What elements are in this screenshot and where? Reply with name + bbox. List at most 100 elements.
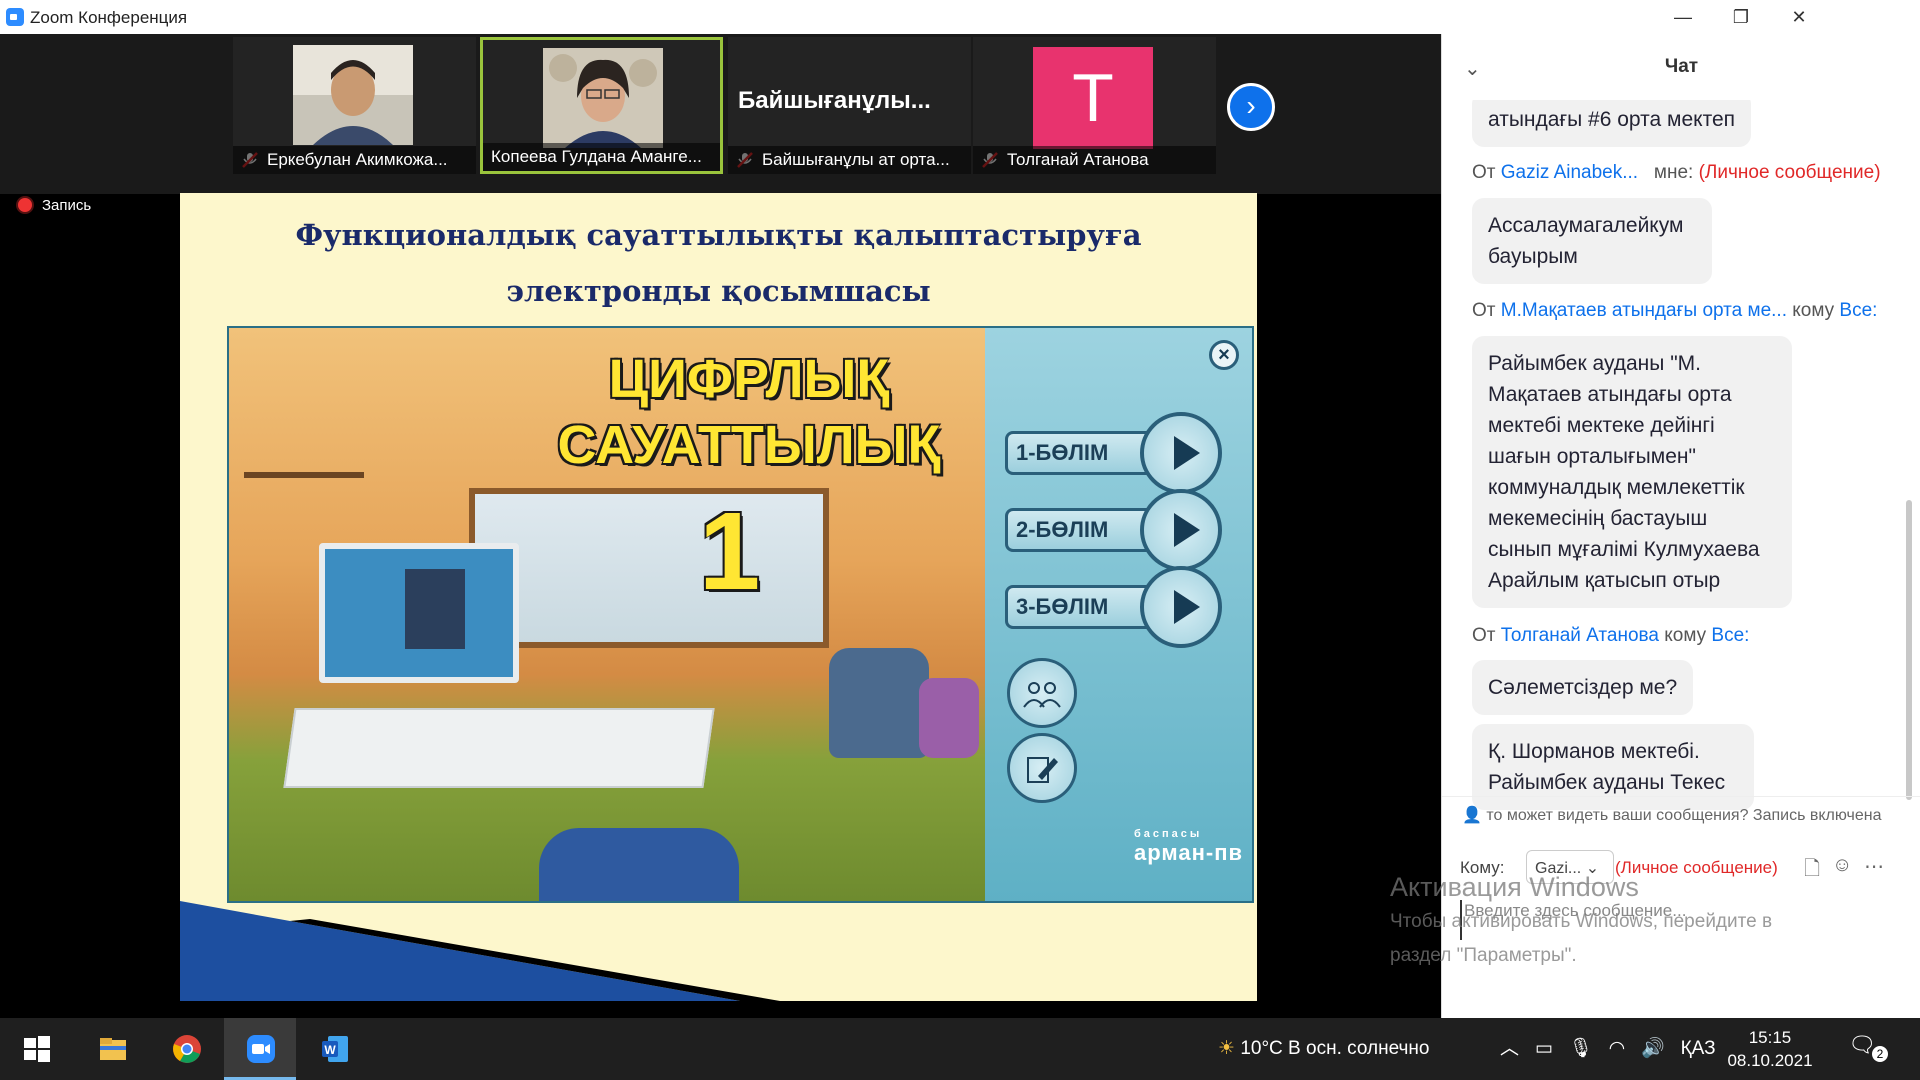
message-header: От Толганай Атанова кому Все: bbox=[1472, 625, 1749, 647]
start-button[interactable] bbox=[0, 1018, 72, 1080]
microphone-icon[interactable]: 🎙 bbox=[1569, 1038, 1593, 1059]
system-tray: ︿ ▭ 🎙 ◠ 🔊 ҚАЗ bbox=[1500, 1018, 1716, 1080]
zoom-logo-icon bbox=[6, 8, 24, 26]
file-explorer-button[interactable] bbox=[76, 1018, 148, 1080]
publisher-name: арман-пв bbox=[1134, 840, 1244, 865]
game-title-line: ЦИФРЛЫҚ bbox=[608, 349, 890, 409]
chevron-up-icon[interactable]: ︿ bbox=[1500, 1038, 1519, 1059]
to-word: кому bbox=[1664, 625, 1707, 646]
participant-name: Толганай Атанова bbox=[973, 146, 1216, 174]
recipient-value: Gazi... bbox=[1535, 860, 1582, 877]
chat-message: Райымбек ауданы "М. Мақатаев атындағы ор… bbox=[1472, 336, 1792, 608]
weather-icon: ☀ bbox=[1218, 1038, 1236, 1059]
participant-name: Байшығанұлы ат орта... bbox=[728, 146, 971, 174]
recording-label: Запись bbox=[42, 197, 92, 214]
zoom-taskbar-button[interactable] bbox=[224, 1018, 296, 1080]
to-label: Кому: bbox=[1460, 858, 1505, 877]
word-button[interactable]: W bbox=[298, 1018, 370, 1080]
word-icon: W bbox=[322, 1036, 348, 1062]
game-number: 1 bbox=[699, 490, 761, 613]
publisher-sub: баспасы bbox=[1134, 828, 1203, 840]
window-controls: — ❐ ✕ bbox=[1441, 0, 1920, 34]
sections-panel: 1-БӨЛІМ 2-БӨЛІМ 3-БӨЛІМ bbox=[985, 328, 1252, 901]
file-icon[interactable]: 🗋 bbox=[1804, 854, 1820, 888]
from-prefix: От bbox=[1472, 300, 1496, 321]
message-header: От Gaziz Ainabek... мне: (Личное сообщен… bbox=[1472, 162, 1881, 184]
sender-name[interactable]: Gaziz Ainabek... bbox=[1501, 162, 1638, 183]
more-icon[interactable]: ⋯ bbox=[1864, 854, 1884, 879]
game-title: ЦИФРЛЫҚ САУАТТЫЛЫҚ bbox=[529, 346, 969, 478]
weather-text: 10°C В осн. солнечно bbox=[1240, 1038, 1430, 1059]
from-prefix: От bbox=[1472, 162, 1496, 183]
window-title: Zoom Конференция bbox=[30, 8, 188, 27]
clock[interactable]: 15:15 08.10.2021 bbox=[1720, 1026, 1820, 1072]
participant-tile-active[interactable]: Копеева Гулдана Аманге... bbox=[480, 37, 723, 174]
chat-input[interactable]: Введите здесь сообщение... bbox=[1460, 900, 1900, 940]
video-strip: Еркебулан Акимкожа... Копеева Гулдана Ам… bbox=[0, 34, 1441, 194]
group-icon[interactable] bbox=[1007, 658, 1077, 728]
record-icon bbox=[18, 198, 32, 212]
chat-header: ⌄ Чат bbox=[1442, 34, 1920, 100]
game-screen: ЦИФРЛЫҚ САУАТТЫЛЫҚ 1 1-БӨЛІМ 2-БӨЛІМ 3-Б… bbox=[227, 326, 1254, 903]
from-prefix: От bbox=[1472, 625, 1496, 646]
clock-time: 15:15 bbox=[1748, 1028, 1792, 1047]
to-word: мне: bbox=[1653, 162, 1694, 183]
battery-icon[interactable]: ▭ bbox=[1535, 1038, 1553, 1059]
notification-count: 2 bbox=[1872, 1046, 1888, 1062]
slide-heading: Функционалдық сауаттылықты қалыптастыруғ… bbox=[180, 207, 1257, 319]
chat-title: Чат bbox=[1664, 56, 1699, 77]
slide-heading-line: Функционалдық сауаттылықты қалыптастыруғ… bbox=[295, 218, 1142, 252]
chat-message: Сәлеметсіздер ме? bbox=[1472, 660, 1694, 715]
private-label: (Личное сообщение) bbox=[1615, 858, 1778, 877]
sender-name[interactable]: М.Мақатаев атындағы орта ме... bbox=[1501, 300, 1787, 321]
clock-date: 08.10.2021 bbox=[1727, 1051, 1813, 1070]
chevron-down-icon: ⌄ bbox=[1585, 860, 1600, 877]
close-icon[interactable]: × bbox=[1209, 340, 1239, 370]
participant-name: Еркебулан Акимкожа... bbox=[233, 146, 476, 174]
wifi-icon[interactable]: ◠ bbox=[1609, 1038, 1626, 1059]
recipient-row: Кому: Gazi... ⌄ (Личное сообщение) 🗋 ☺ ⋯ bbox=[1442, 846, 1920, 890]
notifications-button[interactable]: 🗨 2 bbox=[1848, 1032, 1888, 1066]
sender-name[interactable]: Толганай Атанова bbox=[1501, 625, 1659, 646]
message-header: От М.Мақатаев атындағы орта ме... кому В… bbox=[1472, 300, 1877, 322]
people-icon: 👤 bbox=[1462, 807, 1482, 824]
shared-screen: Функционалдық сауаттылықты қалыптастыруғ… bbox=[180, 193, 1257, 1001]
to-target: Все: bbox=[1711, 625, 1750, 646]
play-icon[interactable] bbox=[1140, 566, 1222, 648]
participant-name: Копеева Гулдана Аманге... bbox=[483, 143, 720, 171]
weather-widget[interactable]: ☀ 10°C В осн. солнечно bbox=[1218, 1018, 1429, 1080]
svg-text:W: W bbox=[324, 1043, 336, 1057]
language-indicator[interactable]: ҚАЗ bbox=[1681, 1038, 1716, 1059]
participant-video bbox=[543, 48, 663, 148]
chat-messages[interactable]: атындағы #6 орта мектеп От Gaziz Ainabek… bbox=[1442, 100, 1904, 820]
participant-tile[interactable]: T Толганай Атанова bbox=[973, 37, 1216, 174]
edit-icon[interactable] bbox=[1007, 733, 1077, 803]
close-button[interactable]: ✕ bbox=[1764, 0, 1834, 34]
volume-icon[interactable]: 🔊 bbox=[1641, 1038, 1665, 1059]
chat-scrollbar[interactable] bbox=[1906, 100, 1912, 820]
participant-display-name: Байшығанұлы... bbox=[738, 87, 931, 114]
chat-message: атындағы #6 орта мектеп bbox=[1472, 100, 1752, 147]
to-target: Все: bbox=[1839, 300, 1878, 321]
publisher-logo: баспасы арман-пв bbox=[1134, 828, 1243, 866]
recipient-select[interactable]: Gazi... ⌄ bbox=[1526, 850, 1614, 884]
chat-visibility-notice[interactable]: 👤 то может видеть ваши сообщения? Запись… bbox=[1442, 796, 1920, 834]
emoji-icon[interactable]: ☺ bbox=[1832, 854, 1852, 877]
chrome-button[interactable] bbox=[150, 1018, 222, 1080]
private-label: (Личное сообщение) bbox=[1698, 162, 1881, 183]
recording-indicator[interactable]: Запись bbox=[18, 197, 91, 214]
participant-tile[interactable]: Байшығанұлы... Байшығанұлы ат орта... bbox=[728, 37, 971, 174]
slide-decoration bbox=[180, 901, 780, 1001]
chat-message: Ассалаумагалейкум бауырым bbox=[1472, 198, 1712, 284]
play-icon[interactable] bbox=[1140, 489, 1222, 571]
zoom-icon bbox=[247, 1035, 275, 1063]
title-bar: Zoom Конференция bbox=[0, 0, 1441, 34]
chat-panel: ⌄ Чат атындағы #6 орта мектеп От Gaziz A… bbox=[1441, 34, 1920, 1018]
notice-text: то может видеть ваши сообщения? Запись в… bbox=[1486, 807, 1882, 824]
participant-tile[interactable]: Еркебулан Акимкожа... bbox=[233, 37, 476, 174]
next-page-chevron-icon[interactable]: › bbox=[1227, 83, 1275, 131]
participant-video bbox=[293, 45, 413, 145]
play-icon[interactable] bbox=[1140, 412, 1222, 494]
windows-start-icon bbox=[24, 1036, 50, 1062]
folder-icon bbox=[100, 1038, 126, 1060]
